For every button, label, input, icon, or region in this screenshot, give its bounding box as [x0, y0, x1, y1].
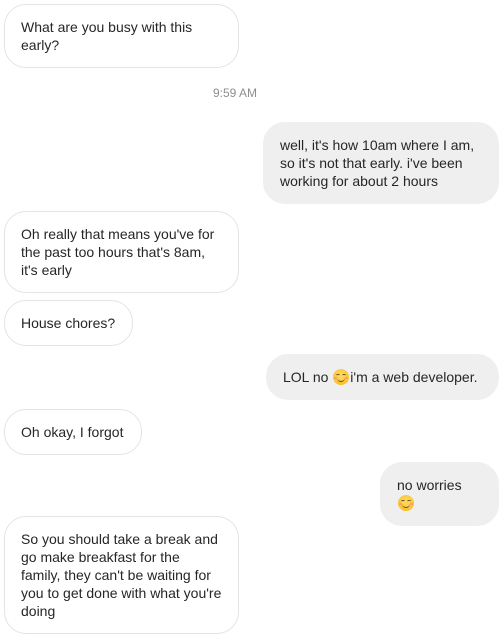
- message-text: Oh okay, I forgot: [21, 424, 124, 440]
- message-bubble-outgoing[interactable]: well, it's how 10am where I am, so it's …: [263, 122, 499, 204]
- message-text: well, it's how 10am where I am, so it's …: [280, 137, 475, 189]
- message-bubble-incoming[interactable]: House chores?: [4, 300, 133, 346]
- smiling-face-icon: [333, 369, 350, 385]
- message-text: Oh really that means you've for the past…: [21, 226, 215, 278]
- message-timestamp: 9:59 AM: [212, 86, 258, 100]
- message-bubble-incoming[interactable]: So you should take a break and go make b…: [4, 516, 239, 634]
- smiling-face-icon: [398, 495, 414, 511]
- message-text: i'm a web developer.: [350, 369, 478, 385]
- message-bubble-outgoing[interactable]: no worries: [380, 462, 499, 526]
- message-text: House chores?: [21, 315, 116, 331]
- message-text: no worries: [397, 477, 462, 493]
- message-bubble-incoming[interactable]: What are you busy with this early?: [4, 4, 239, 68]
- message-bubble-incoming[interactable]: Oh okay, I forgot: [4, 409, 142, 455]
- message-text: What are you busy with this early?: [21, 19, 193, 53]
- message-bubble-incoming[interactable]: Oh really that means you've for the past…: [4, 211, 239, 293]
- message-text: So you should take a break and go make b…: [21, 531, 222, 619]
- message-bubble-outgoing[interactable]: LOL no i'm a web developer.: [266, 354, 499, 400]
- message-text: LOL no: [283, 369, 333, 385]
